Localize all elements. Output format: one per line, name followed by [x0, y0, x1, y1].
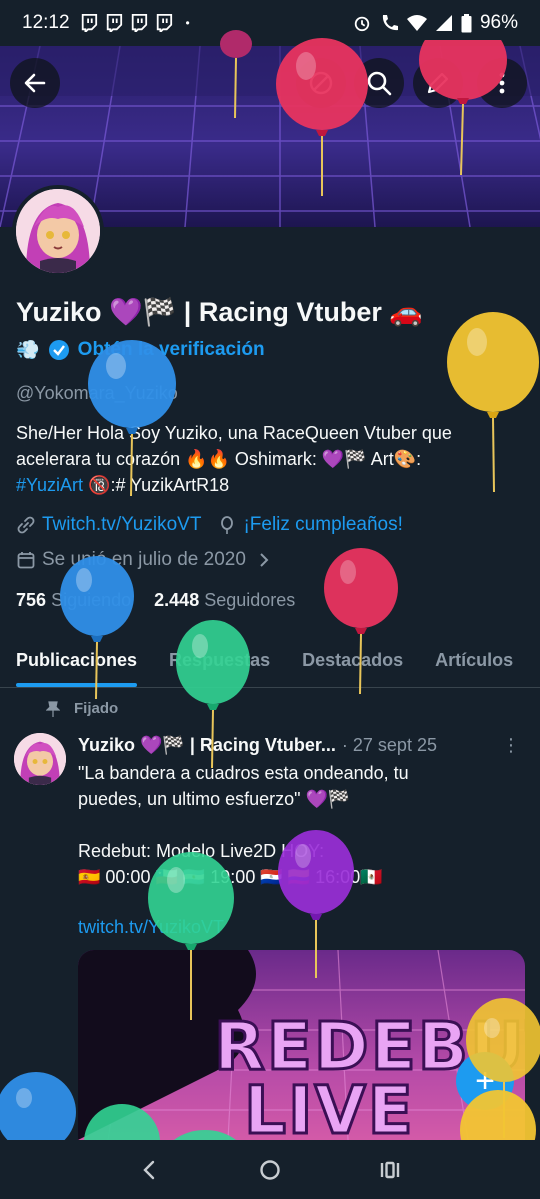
verify-row: 💨 Obtén la verificación — [16, 338, 265, 362]
birthday-link[interactable]: ¡Feliz cumpleaños! — [243, 514, 402, 536]
search-icon — [367, 71, 392, 96]
link-icon — [17, 516, 35, 534]
twitch-notification-icon — [131, 14, 147, 32]
pencil-icon — [427, 72, 449, 94]
avatar-image — [16, 189, 100, 273]
profile-meta-row: Twitch.tv/YuzikoVT ¡Feliz cumpleaños! — [16, 514, 403, 536]
arrow-left-icon — [24, 73, 46, 93]
joined-row[interactable]: Se unió en julio de 2020 — [16, 549, 272, 571]
blocked-icon — [309, 71, 333, 95]
system-nav-bar — [0, 1140, 540, 1199]
more-button[interactable] — [477, 58, 527, 108]
following-label: Siguiendo — [51, 590, 132, 610]
signal-icon — [435, 15, 452, 31]
hashtag-link[interactable]: #YuziArt — [16, 475, 83, 495]
followers-count: 2.448 — [154, 590, 200, 610]
balloon-decoration — [0, 1072, 76, 1140]
post-more-button[interactable]: ⋮ — [502, 735, 520, 756]
search-button[interactable] — [354, 58, 404, 108]
status-dot: • — [185, 16, 190, 30]
avatar-image — [14, 733, 66, 785]
twitch-notification-icon — [81, 14, 97, 32]
pin-icon — [46, 700, 60, 717]
nav-recents-button[interactable] — [378, 1158, 402, 1182]
tab-articulos[interactable]: Artículos — [419, 636, 529, 687]
name-extra-emoji: 💨 — [16, 339, 40, 361]
verified-badge-icon — [48, 339, 69, 360]
more-vertical-icon — [499, 72, 505, 94]
compose-button[interactable]: + — [456, 1052, 514, 1110]
battery-icon — [461, 13, 472, 32]
edit-button[interactable] — [413, 58, 463, 108]
post-media-image[interactable]: REDEBUT LIVE 2D — [78, 950, 525, 1140]
profile-bio: She/Her Hola Soy Yuziko, una RaceQueen V… — [16, 420, 516, 498]
wifi-call-icon — [382, 15, 398, 31]
following-link[interactable]: 756 Siguiendo — [16, 590, 131, 610]
chevron-right-icon — [260, 553, 269, 567]
profile-tabs: Publicaciones Respuestas Destacados Artí… — [0, 636, 540, 688]
private-label-button[interactable] — [296, 58, 346, 108]
follow-stats: 756 Siguiendo 2.448 Seguidores — [16, 590, 295, 611]
bio-line: #YuziArt 🔞:# YuzikArtR18 — [16, 472, 516, 498]
joined-text: Se unió en julio de 2020 — [42, 549, 246, 570]
bio-line: acelerara tu corazón 🔥🔥 Oshimark: 💜🏁 Art… — [16, 449, 422, 469]
post-text[interactable]: "La bandera a cuadros esta ondeando, tu … — [78, 760, 518, 890]
alarm-icon — [354, 16, 370, 32]
post-header: Yuziko 💜🏁 | Racing Vtuber... · 27 sept 2… — [78, 735, 528, 756]
twitch-notification-icon — [156, 14, 172, 32]
status-bar: 12:12 • 96% — [0, 0, 540, 46]
nav-home-button[interactable] — [258, 1158, 282, 1182]
post-author-avatar[interactable] — [14, 733, 66, 785]
following-count: 756 — [16, 590, 47, 610]
post-link[interactable]: twitch.tv/YuzikoVT — [78, 917, 224, 938]
profile-avatar[interactable] — [12, 185, 104, 277]
pinned-indicator: Fijado — [46, 700, 118, 717]
balloon-icon — [221, 516, 234, 534]
tab-respuestas[interactable]: Respuestas — [153, 636, 286, 687]
post-line: Redebut: Modelo Live2D HOY: — [78, 841, 325, 861]
status-time: 12:12 — [22, 12, 70, 33]
nav-back-button[interactable] — [138, 1158, 162, 1182]
bio-line: She/Her Hola Soy Yuziko, una RaceQueen V… — [16, 423, 452, 443]
post-line: 🇪🇸 00:00 🇨🇱 🇦🇷 19:00 🇵🇾 🇨🇴 16:00🇲🇽 — [78, 867, 383, 887]
battery-level: 96% — [479, 12, 518, 33]
post-date[interactable]: · 27 sept 25 — [342, 735, 437, 756]
wifi-icon — [406, 15, 427, 31]
tab-destacados[interactable]: Destacados — [286, 636, 419, 687]
bio-line-rest: 🔞:# YuzikArtR18 — [83, 475, 230, 495]
post-line — [78, 812, 518, 838]
twitch-notification-icon — [106, 14, 122, 32]
followers-link[interactable]: 2.448 Seguidores — [154, 590, 295, 610]
post-line: "La bandera a cuadros esta ondeando, tu — [78, 763, 409, 783]
profile-name: Yuziko 💜🏁 | Racing Vtuber 🚗 — [16, 297, 423, 327]
website-link[interactable]: Twitch.tv/YuzikoVT — [42, 514, 201, 536]
pinned-label: Fijado — [74, 700, 119, 717]
back-button[interactable] — [10, 58, 60, 108]
post-author-name[interactable]: Yuziko 💜🏁 | Racing Vtuber... — [78, 735, 336, 756]
tab-publicaciones[interactable]: Publicaciones — [0, 636, 153, 687]
profile-handle: @Yokomara_Yuziko — [16, 383, 178, 403]
followers-label: Seguidores — [204, 590, 296, 610]
get-verified-link[interactable]: Obtén la verificación — [78, 339, 265, 361]
post-line: puedes, un ultimo esfuerzo" 💜🏁 — [78, 789, 351, 809]
calendar-icon — [17, 552, 35, 569]
